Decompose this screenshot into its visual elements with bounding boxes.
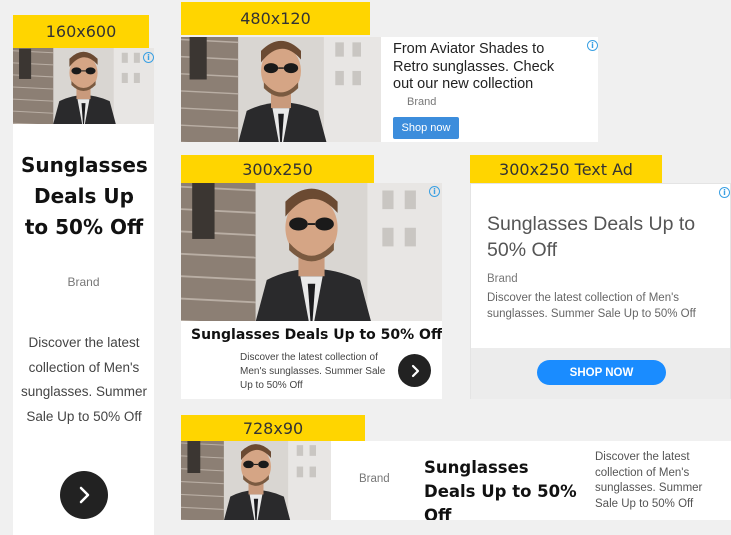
ad-description: Discover the latest collection of Men's … [595, 451, 703, 510]
cta-arrow-button[interactable] [60, 471, 108, 519]
info-icon[interactable]: i [587, 40, 598, 51]
ad-description: Discover the latest collection of Men's … [487, 292, 696, 320]
chevron-right-icon [79, 486, 90, 504]
info-icon[interactable]: i [143, 52, 154, 63]
ad-image [13, 48, 154, 124]
shop-now-button[interactable]: SHOP NOW [537, 360, 666, 385]
ad-300x250[interactable]: i Sunglasses Deals Up to 50% Off Discove… [181, 183, 442, 399]
cta-footer: SHOP NOW [471, 348, 730, 399]
ad-headline: Sunglasses Deals Up to 50% Off [424, 458, 577, 520]
ad-728x90[interactable]: Brand Sunglasses Deals Up to 50% Off Dis… [181, 441, 731, 520]
brand-label: Brand [67, 275, 100, 289]
ad-description: Discover the latest collection of Men's … [20, 335, 148, 424]
ad-image [181, 183, 442, 321]
brand-label: Brand [359, 473, 390, 485]
cta-arrow-button[interactable] [398, 354, 431, 387]
brand-label: Brand [407, 96, 437, 108]
size-label-300x250: 300x250 [181, 155, 374, 183]
ad-description: Discover the latest collection of Men's … [240, 352, 386, 391]
size-label-160x600: 160x600 [13, 15, 149, 48]
info-icon[interactable]: i [429, 186, 440, 197]
chevron-right-icon [411, 364, 419, 377]
info-icon[interactable]: i [719, 187, 730, 198]
ad-headline: Sunglasses Deals Up to 50% Off [191, 327, 442, 343]
size-label-728x90: 728x90 [181, 415, 365, 441]
ad-480x120[interactable]: i From Aviator Shades to Retro sunglasse… [181, 37, 598, 142]
ad-160x600[interactable]: i Sunglasses Deals Up to 50% Off Brand D… [13, 48, 154, 535]
size-label-480x120: 480x120 [181, 2, 370, 35]
size-label-300x250-text-ad: 300x250 Text Ad [470, 155, 662, 183]
ad-headline: From Aviator Shades to Retro sunglasses.… [393, 41, 555, 92]
shop-now-button[interactable]: Shop now [393, 117, 459, 139]
ad-headline: Sunglasses Deals Up to 50% Off [21, 153, 148, 239]
ad-image [181, 37, 381, 142]
ad-300x250-text[interactable]: i Sunglasses Deals Up to 50% Off Brand D… [470, 183, 731, 399]
ad-headline: Sunglasses Deals Up to 50% Off [487, 213, 696, 261]
brand-label: Brand [487, 273, 518, 285]
ad-image [181, 441, 331, 520]
